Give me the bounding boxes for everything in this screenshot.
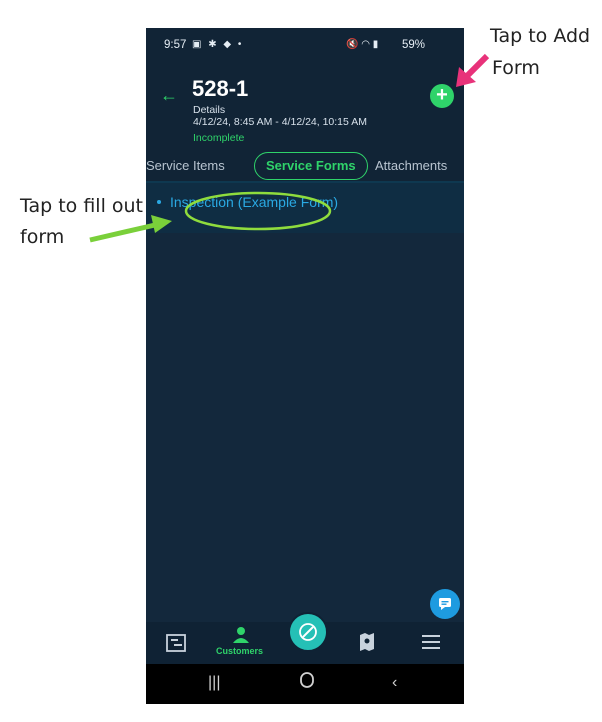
annotation-overlay: [89, 53, 490, 243]
pink-arrow-icon: [456, 53, 490, 87]
highlight-ellipse: [184, 191, 332, 231]
green-arrow-icon: [89, 215, 172, 243]
